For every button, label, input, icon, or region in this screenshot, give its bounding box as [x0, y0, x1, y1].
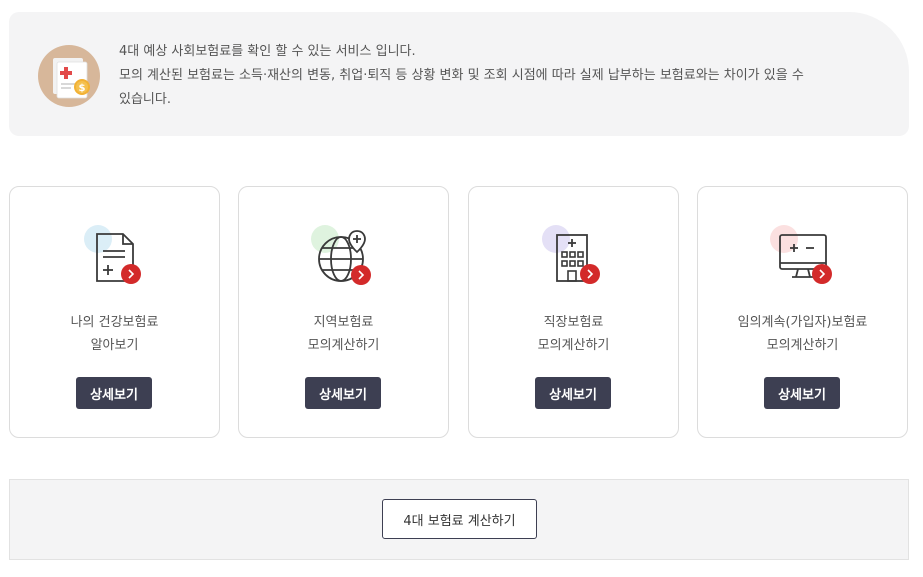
- card-title: 지역보험료 모의계산하기: [239, 311, 448, 357]
- card-title-line: 나의 건강보험료: [70, 315, 159, 330]
- card-title-line: 모의계산하기: [766, 338, 839, 353]
- detail-button[interactable]: 상세보기: [764, 377, 840, 409]
- calculator-monitor-icon: [768, 221, 836, 289]
- card-title: 임의계속(가입자)보험료 모의계산하기: [698, 311, 907, 357]
- card-title-line: 알아보기: [90, 338, 139, 353]
- card-title-line: 지역보험료: [313, 315, 374, 330]
- card-title-line: 임의계속(가입자)보험료: [737, 315, 868, 330]
- svg-text:$: $: [79, 83, 86, 94]
- building-icon: [539, 221, 607, 289]
- notice-line: 4대 예상 사회보험료를 확인 할 수 있는 서비스 입니다.: [119, 44, 416, 59]
- card-health-insurance: 나의 건강보험료 알아보기 상세보기: [9, 186, 220, 438]
- detail-button[interactable]: 상세보기: [305, 377, 381, 409]
- card-title: 나의 건강보험료 알아보기: [10, 311, 219, 357]
- notice-box: $ 4대 예상 사회보험료를 확인 할 수 있는 서비스 입니다. 모의 계산된…: [9, 12, 909, 136]
- card-regional-insurance: 지역보험료 모의계산하기 상세보기: [238, 186, 449, 438]
- notice-line: 있습니다.: [119, 92, 171, 107]
- detail-button[interactable]: 상세보기: [76, 377, 152, 409]
- card-title-line: 모의계산하기: [307, 338, 380, 353]
- card-title: 직장보험료 모의계산하기: [469, 311, 678, 357]
- card-title-line: 모의계산하기: [537, 338, 610, 353]
- service-cards: 나의 건강보험료 알아보기 상세보기 지역보험료 모의계산하기 상세보기 직장보…: [9, 186, 909, 438]
- calculate-insurance-button[interactable]: 4대 보험료 계산하기: [382, 499, 537, 539]
- card-voluntary-insurance: 임의계속(가입자)보험료 모의계산하기 상세보기: [697, 186, 908, 438]
- detail-button[interactable]: 상세보기: [535, 377, 611, 409]
- globe-pin-icon: [309, 221, 377, 289]
- notice-line: 모의 계산된 보험료는 소득·재산의 변동, 취업·퇴직 등 상황 변화 및 조…: [119, 68, 804, 83]
- card-workplace-insurance: 직장보험료 모의계산하기 상세보기: [468, 186, 679, 438]
- notice-text: 4대 예상 사회보험료를 확인 할 수 있는 서비스 입니다. 모의 계산된 보…: [119, 40, 879, 112]
- card-title-line: 직장보험료: [543, 315, 604, 330]
- document-plus-icon: [80, 221, 148, 289]
- page: $ 4대 예상 사회보험료를 확인 할 수 있는 서비스 입니다. 모의 계산된…: [0, 0, 923, 577]
- calc-panel: 4대 보험료 계산하기: [9, 479, 909, 560]
- insurance-document-coin-icon: $: [38, 45, 100, 107]
